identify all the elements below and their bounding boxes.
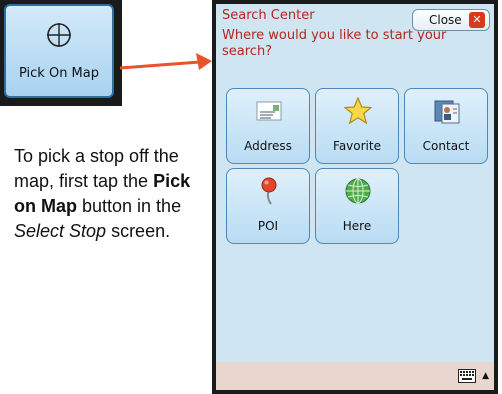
address-tile[interactable]: Address: [226, 88, 310, 164]
contact-tile[interactable]: Contact: [404, 88, 488, 164]
pointer-arrow: [120, 53, 212, 70]
close-label: Close: [429, 13, 462, 27]
device-screen: Search Center Close ✕ Where would you li…: [212, 0, 498, 394]
instruction-part-2: button in the: [77, 196, 182, 216]
address-label: Address: [244, 139, 292, 153]
instruction-italic: Select Stop: [14, 221, 107, 241]
search-prompt: Where would you like to start your searc…: [222, 28, 447, 59]
pick-on-map-button[interactable]: Pick On Map: [4, 4, 114, 98]
here-tile[interactable]: Here: [315, 168, 399, 244]
crosshair-icon: [47, 23, 71, 47]
globe-icon: [345, 178, 371, 204]
search-center-panel: Search Center Close ✕ Where would you li…: [216, 4, 494, 362]
contact-card-icon: [434, 100, 460, 124]
pick-on-map-label: Pick On Map: [18, 66, 99, 81]
pushpin-icon: [261, 177, 277, 205]
favorite-label: Favorite: [333, 139, 381, 153]
instruction-text: To pick a stop off the map, first tap th…: [14, 144, 206, 244]
contact-label: Contact: [422, 139, 470, 153]
star-icon: [344, 97, 372, 125]
menu-bar: ▲: [216, 362, 494, 390]
keyboard-icon[interactable]: [458, 369, 476, 383]
favorite-tile[interactable]: Favorite: [315, 88, 399, 164]
pick-on-map-callout: Pick On Map: [0, 0, 122, 106]
poi-tile[interactable]: POI: [226, 168, 310, 244]
poi-label: POI: [257, 219, 279, 233]
input-panel-arrow-icon[interactable]: ▲: [482, 371, 489, 381]
instruction-part-3: screen.: [106, 221, 171, 241]
close-icon: ✕: [469, 12, 485, 28]
address-card-icon: [256, 101, 282, 121]
here-label: Here: [342, 219, 372, 233]
search-center-title: Search Center: [222, 8, 315, 23]
